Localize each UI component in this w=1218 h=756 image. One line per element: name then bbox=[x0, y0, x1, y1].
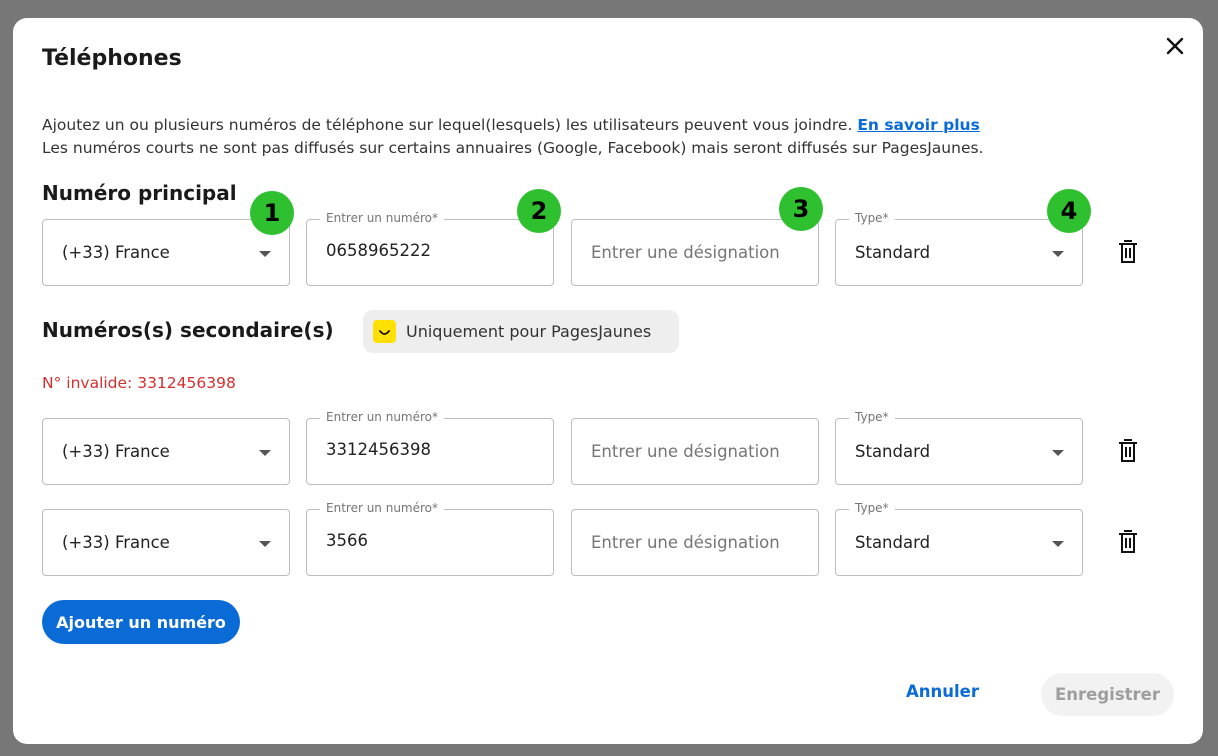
country-select[interactable]: (+33) France bbox=[42, 418, 290, 485]
phone-number-input[interactable]: Entrer un numéro* 3312456398 bbox=[306, 410, 554, 485]
country-select[interactable]: (+33) France bbox=[42, 219, 290, 286]
secondary-heading: Numéros(s) secondaire(s) bbox=[42, 318, 334, 342]
number-value: 0658965222 bbox=[326, 241, 431, 260]
phone-number-input[interactable]: Entrer un numéro* 3566 bbox=[306, 501, 554, 576]
country-value: (+33) France bbox=[62, 442, 170, 461]
number-label: Entrer un numéro* bbox=[320, 501, 445, 515]
error-message: N° invalide: 3312456398 bbox=[42, 374, 236, 392]
annotation-badge-2: 2 bbox=[517, 189, 561, 233]
secondary-row: (+33) France Entrer un numéro* 331245639… bbox=[42, 410, 1162, 485]
dropdown-arrow-icon bbox=[259, 541, 271, 547]
type-label: Type* bbox=[849, 211, 895, 225]
country-value: (+33) France bbox=[62, 533, 170, 552]
number-label: Entrer un numéro* bbox=[320, 211, 445, 225]
dropdown-arrow-icon bbox=[1052, 541, 1064, 547]
annotation-badge-4: 4 bbox=[1047, 189, 1091, 233]
dropdown-arrow-icon bbox=[1052, 251, 1064, 257]
dropdown-arrow-icon bbox=[259, 251, 271, 257]
cancel-button[interactable]: Annuler bbox=[906, 682, 979, 701]
phone-number-input[interactable]: Entrer un numéro* 0658965222 bbox=[306, 211, 554, 286]
annotation-badge-1: 1 bbox=[250, 191, 294, 235]
designation-input[interactable]: Entrer une désignation bbox=[571, 509, 819, 576]
number-value: 3566 bbox=[326, 531, 368, 550]
designation-input[interactable]: Entrer une désignation bbox=[571, 418, 819, 485]
dropdown-arrow-icon bbox=[1052, 450, 1064, 456]
designation-input[interactable]: Entrer une désignation bbox=[571, 219, 819, 286]
primary-heading: Numéro principal bbox=[42, 181, 237, 205]
add-number-button[interactable]: Ajouter un numéro bbox=[42, 600, 240, 644]
type-select[interactable]: Type* Standard bbox=[835, 501, 1083, 576]
type-select[interactable]: Type* Standard bbox=[835, 410, 1083, 485]
country-select[interactable]: (+33) France bbox=[42, 509, 290, 576]
trash-icon[interactable] bbox=[1116, 239, 1140, 265]
pagesjaunes-logo-icon bbox=[373, 320, 396, 343]
trash-icon[interactable] bbox=[1116, 529, 1140, 555]
pagesjaunes-chip: Uniquement pour PagesJaunes bbox=[363, 310, 679, 353]
type-value: Standard bbox=[855, 243, 931, 262]
type-value: Standard bbox=[855, 442, 931, 461]
dropdown-arrow-icon bbox=[259, 450, 271, 456]
designation-placeholder: Entrer une désignation bbox=[591, 243, 780, 262]
chip-label: Uniquement pour PagesJaunes bbox=[406, 322, 652, 341]
dialog-description: Ajoutez un ou plusieurs numéros de télép… bbox=[42, 114, 1182, 160]
type-label: Type* bbox=[849, 501, 895, 515]
description-line-1: Ajoutez un ou plusieurs numéros de télép… bbox=[42, 116, 853, 134]
learn-more-link[interactable]: En savoir plus bbox=[857, 116, 979, 134]
number-value: 3312456398 bbox=[326, 440, 431, 459]
save-button[interactable]: Enregistrer bbox=[1041, 673, 1174, 716]
description-line-2: Les numéros courts ne sont pas diffusés … bbox=[42, 139, 984, 157]
trash-icon[interactable] bbox=[1116, 438, 1140, 464]
secondary-row: (+33) France Entrer un numéro* 3566 Entr… bbox=[42, 501, 1162, 576]
type-select[interactable]: Type* Standard bbox=[835, 211, 1083, 286]
dialog-title: Téléphones bbox=[42, 46, 182, 71]
phones-dialog: Téléphones Ajoutez un ou plusieurs numér… bbox=[13, 18, 1203, 744]
primary-row: (+33) France Entrer un numéro* 065896522… bbox=[42, 211, 1162, 286]
type-label: Type* bbox=[849, 410, 895, 424]
number-label: Entrer un numéro* bbox=[320, 410, 445, 424]
close-icon[interactable] bbox=[1163, 34, 1187, 58]
designation-placeholder: Entrer une désignation bbox=[591, 533, 780, 552]
annotation-badge-3: 3 bbox=[779, 187, 823, 231]
type-value: Standard bbox=[855, 533, 931, 552]
designation-placeholder: Entrer une désignation bbox=[591, 442, 780, 461]
country-value: (+33) France bbox=[62, 243, 170, 262]
